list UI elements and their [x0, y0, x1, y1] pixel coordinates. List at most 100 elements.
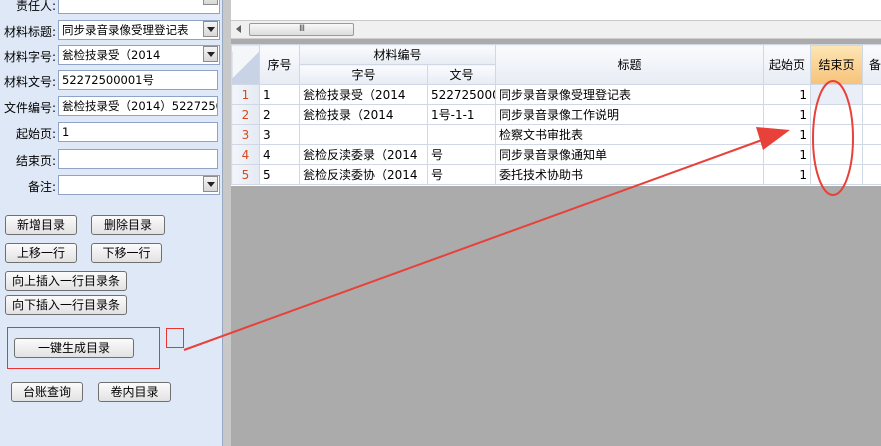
- cell-end-page[interactable]: [810, 104, 864, 125]
- grid-corner[interactable]: [231, 44, 260, 85]
- insert-below-button[interactable]: 向下插入一行目录条: [5, 295, 127, 315]
- generate-catalog-button[interactable]: 一键生成目录: [14, 338, 134, 358]
- cell-end-page[interactable]: [810, 124, 864, 145]
- cell-title[interactable]: 检察文书审批表: [495, 124, 765, 145]
- header-start-page[interactable]: 起始页: [763, 44, 812, 85]
- field-row-title: 材料标题: 同步录音录像受理登记表: [0, 20, 222, 42]
- scroll-thumb[interactable]: III: [249, 23, 354, 36]
- cell-note[interactable]: [862, 164, 881, 185]
- field-row-note: 备注:: [0, 175, 222, 197]
- move-up-button[interactable]: 上移一行: [5, 243, 77, 263]
- header-note[interactable]: 备: [862, 44, 881, 85]
- table-row[interactable]: 1 1 瓮检技录受（2014 522725000 同步录音录像受理登记表 1: [231, 84, 881, 105]
- cell-char-no[interactable]: 瓮检技录受（2014: [299, 84, 428, 105]
- row-number[interactable]: 5: [231, 164, 260, 185]
- ledger-query-button[interactable]: 台账查询: [11, 382, 83, 402]
- header-char-no[interactable]: 字号: [299, 64, 428, 85]
- cell-note[interactable]: [862, 144, 881, 165]
- row-number[interactable]: 1: [231, 84, 260, 105]
- row-number[interactable]: 3: [231, 124, 260, 145]
- cell-seq[interactable]: 1: [259, 84, 300, 105]
- cell-doc-no[interactable]: [426, 124, 497, 145]
- field-label-note: 备注:: [27, 180, 56, 194]
- grid-area: III 序号 材料编号 标题 起始页 结束页 备 字号 文号 1 1 瓮检技录受…: [231, 0, 881, 446]
- header-doc-no[interactable]: 文号: [426, 64, 497, 85]
- cell-seq[interactable]: 3: [259, 124, 300, 145]
- char-no-combo[interactable]: 瓮检技录受（2014: [58, 45, 220, 65]
- row-number[interactable]: 2: [231, 104, 260, 125]
- note-combo[interactable]: [58, 175, 220, 195]
- chevron-down-icon[interactable]: [203, 0, 218, 5]
- field-row-responsible: 责任人:: [0, 0, 222, 16]
- top-strip: [231, 0, 881, 21]
- header-material-no[interactable]: 材料编号: [298, 44, 497, 65]
- field-row-char-no: 材料字号: 瓮检技录受（2014: [0, 45, 222, 67]
- cell-doc-no[interactable]: 1号-1-1: [426, 104, 497, 125]
- cell-title[interactable]: 委托技术协助书: [495, 164, 765, 185]
- cell-start-page[interactable]: 1: [763, 104, 812, 125]
- row-number[interactable]: 4: [231, 144, 260, 165]
- cell-doc-no[interactable]: 号: [426, 164, 497, 185]
- file-no-input[interactable]: 瓮检技录受（2014）5227250001号: [58, 96, 218, 116]
- horizontal-scrollbar[interactable]: III: [231, 21, 881, 39]
- cell-note[interactable]: [862, 124, 881, 145]
- cell-title[interactable]: 同步录音录像通知单: [495, 144, 765, 165]
- add-entry-button[interactable]: 新增目录: [5, 215, 77, 235]
- cell-char-no[interactable]: 瓮检技录（2014: [299, 104, 428, 125]
- cell-note[interactable]: [862, 104, 881, 125]
- chevron-down-icon[interactable]: [203, 46, 218, 62]
- cell-title[interactable]: 同步录音录像工作说明: [495, 104, 765, 125]
- cell-doc-no[interactable]: 522725000: [426, 84, 497, 105]
- chevron-down-icon[interactable]: [203, 176, 218, 192]
- table-row[interactable]: 4 4 瓮检反渎委录（2014 号 同步录音录像通知单 1: [231, 144, 881, 165]
- field-label-char-no: 材料字号:: [3, 50, 56, 64]
- cell-start-page[interactable]: 1: [763, 84, 812, 105]
- cell-start-page[interactable]: 1: [763, 164, 812, 185]
- doc-no-input[interactable]: 52272500001号: [58, 70, 218, 90]
- field-row-doc-no: 材料文号: 52272500001号: [0, 70, 222, 92]
- cell-end-page[interactable]: [810, 84, 864, 105]
- field-row-file-no: 文件编号: 瓮检技录受（2014）5227250001号: [0, 96, 222, 118]
- header-title[interactable]: 标题: [495, 44, 765, 85]
- scroll-left-icon[interactable]: [234, 24, 246, 35]
- cell-end-page[interactable]: [810, 144, 864, 165]
- field-row-end-page: 结束页:: [0, 149, 222, 171]
- field-label-start-page: 起始页:: [15, 127, 56, 141]
- table-row[interactable]: 2 2 瓮检技录（2014 1号-1-1 同步录音录像工作说明 1: [231, 104, 881, 125]
- cell-seq[interactable]: 4: [259, 144, 300, 165]
- header-seq[interactable]: 序号: [259, 44, 300, 85]
- chevron-down-icon[interactable]: [203, 21, 218, 37]
- insert-above-button[interactable]: 向上插入一行目录条: [5, 271, 127, 291]
- end-page-input[interactable]: [58, 149, 218, 169]
- field-label-responsible: 责任人:: [15, 0, 56, 13]
- field-row-start-page: 起始页: 1: [0, 122, 222, 144]
- cell-char-no[interactable]: 瓮检反渎委录（2014: [299, 144, 428, 165]
- volume-catalog-button[interactable]: 卷内目录: [98, 382, 171, 402]
- header-end-page[interactable]: 结束页: [810, 44, 864, 85]
- delete-entry-button[interactable]: 删除目录: [91, 215, 165, 235]
- field-label-end-page: 结束页:: [15, 154, 56, 168]
- start-page-input[interactable]: 1: [58, 122, 218, 142]
- responsible-combo[interactable]: [58, 0, 220, 14]
- cell-seq[interactable]: 5: [259, 164, 300, 185]
- cell-start-page[interactable]: 1: [763, 124, 812, 145]
- cell-note[interactable]: [862, 84, 881, 105]
- cell-seq[interactable]: 2: [259, 104, 300, 125]
- cell-char-no[interactable]: 瓮检反渎委协（2014: [299, 164, 428, 185]
- table-row[interactable]: 3 3 检察文书审批表 1: [231, 124, 881, 145]
- table-row[interactable]: 5 5 瓮检反渎委协（2014 号 委托技术协助书 1: [231, 164, 881, 185]
- cell-end-page[interactable]: [810, 164, 864, 185]
- cell-doc-no[interactable]: 号: [426, 144, 497, 165]
- field-label-file-no: 文件编号:: [3, 101, 56, 115]
- splitter[interactable]: [223, 0, 231, 446]
- field-label-doc-no: 材料文号:: [3, 75, 56, 89]
- catalog-grid: 序号 材料编号 标题 起始页 结束页 备 字号 文号 1 1 瓮检技录受（201…: [231, 44, 881, 186]
- form-panel: 责任人: 材料标题: 同步录音录像受理登记表 材料字号: 瓮检技录受（2014 …: [0, 0, 223, 446]
- move-down-button[interactable]: 下移一行: [91, 243, 162, 263]
- cell-title[interactable]: 同步录音录像受理登记表: [495, 84, 765, 105]
- highlight-box-small: [166, 328, 184, 348]
- cell-char-no[interactable]: [299, 124, 428, 145]
- field-label-title: 材料标题:: [3, 25, 56, 39]
- cell-start-page[interactable]: 1: [763, 144, 812, 165]
- material-title-combo[interactable]: 同步录音录像受理登记表: [58, 20, 220, 40]
